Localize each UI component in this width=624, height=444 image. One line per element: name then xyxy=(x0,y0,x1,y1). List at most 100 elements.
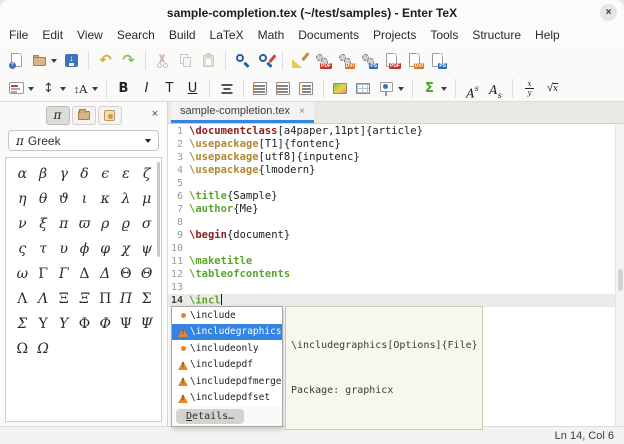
undo-button[interactable]: ↶ xyxy=(94,50,117,71)
symbol-τ[interactable]: τ xyxy=(33,236,54,261)
symbol-ρ[interactable]: ρ xyxy=(95,211,116,236)
menu-view[interactable]: View xyxy=(70,27,110,43)
math-symbols-button[interactable]: Σ xyxy=(418,78,450,99)
code-line-1[interactable]: 1\documentclass[a4paper,11pt]{article} xyxy=(168,125,624,138)
symbol-ς[interactable]: ς xyxy=(12,236,33,261)
view-pdf-button[interactable]: PDF xyxy=(380,50,403,71)
code-line-6[interactable]: 6\title{Sample} xyxy=(168,190,624,203)
symbol-γ[interactable]: γ xyxy=(53,161,74,186)
structure-tab[interactable] xyxy=(72,106,96,125)
find-button[interactable] xyxy=(231,50,254,71)
symbol-β[interactable]: β xyxy=(33,161,54,186)
menu-build[interactable]: Build xyxy=(162,27,203,43)
redo-button[interactable]: ↷ xyxy=(117,50,140,71)
symbol-Π[interactable]: Π xyxy=(95,286,116,311)
copy-button[interactable] xyxy=(174,50,197,71)
symbol-ϵ[interactable]: ϵ xyxy=(95,161,116,186)
symbol-Υ[interactable]: Υ xyxy=(33,311,54,336)
fraction-button[interactable]: xy xyxy=(518,78,541,99)
code-line-2[interactable]: 2\usepackage[T1]{fontenc} xyxy=(168,138,624,151)
symbol-Σ[interactable]: Σ xyxy=(136,286,157,311)
compile-dvi-button[interactable]: DVI xyxy=(334,50,357,71)
menu-search[interactable]: Search xyxy=(110,27,162,43)
compile-ps-button[interactable]: PS xyxy=(357,50,380,71)
symbol-ζ[interactable]: ζ xyxy=(136,161,157,186)
editor-scrollbar[interactable] xyxy=(615,124,624,426)
symbol-Φ[interactable]: Φ xyxy=(74,311,95,336)
open-document-button[interactable] xyxy=(28,50,60,71)
subscript-button[interactable]: As xyxy=(484,78,507,99)
save-button[interactable]: ↓ xyxy=(60,50,83,71)
symbol-ξ[interactable]: ξ xyxy=(33,211,54,236)
symbol-ε[interactable]: ε xyxy=(116,161,137,186)
menu-structure[interactable]: Structure xyxy=(465,27,528,43)
typewriter-button[interactable]: T xyxy=(158,78,181,99)
code-line-11[interactable]: 11\maketitle xyxy=(168,255,624,268)
indent-button[interactable] xyxy=(295,78,318,99)
symbol-Λ[interactable]: Λ xyxy=(33,286,54,311)
symbol-δ[interactable]: δ xyxy=(74,161,95,186)
symbol-ϱ[interactable]: ϱ xyxy=(116,211,137,236)
symbol-Σ[interactable]: Σ xyxy=(12,311,33,336)
insert-image-button[interactable] xyxy=(329,78,352,99)
code-line-10[interactable]: 10 xyxy=(168,242,624,255)
font-size-select[interactable]: ↕A xyxy=(69,78,101,99)
completion-item[interactable]: !\includepdfset xyxy=(172,390,282,407)
compile-pdf-button[interactable]: PDF xyxy=(311,50,334,71)
menu-help[interactable]: Help xyxy=(528,27,567,43)
editor-scrollbar-thumb[interactable] xyxy=(618,269,623,291)
editor-tab[interactable]: sample-completion.tex × xyxy=(171,102,314,123)
symbol-ω[interactable]: ω xyxy=(12,261,33,286)
view-dvi-button[interactable]: DVI xyxy=(403,50,426,71)
symbol-π[interactable]: π xyxy=(53,211,74,236)
symbol-Θ[interactable]: Θ xyxy=(116,261,137,286)
menu-latex[interactable]: LaTeX xyxy=(203,27,251,43)
completion-item[interactable]: !\includegraphics xyxy=(172,324,282,341)
favorites-tab[interactable] xyxy=(98,106,122,125)
symbols-tab[interactable]: π xyxy=(46,106,70,125)
symbol-ψ[interactable]: ψ xyxy=(136,236,157,261)
symbol-Π[interactable]: Π xyxy=(116,286,137,311)
code-line-9[interactable]: 9\begin{document} xyxy=(168,229,624,242)
symbol-ϕ[interactable]: ϕ xyxy=(74,236,95,261)
code-line-8[interactable]: 8 xyxy=(168,216,624,229)
symbol-Φ[interactable]: Φ xyxy=(95,311,116,336)
code-line-5[interactable]: 5 xyxy=(168,177,624,190)
align-center-button[interactable] xyxy=(215,78,238,99)
symbol-Ω[interactable]: Ω xyxy=(12,336,33,361)
insert-table-button[interactable] xyxy=(352,78,375,99)
completion-item[interactable]: !\includepdfmerge xyxy=(172,373,282,390)
italic-button[interactable]: I xyxy=(135,78,158,99)
presentation-button[interactable] xyxy=(375,78,407,99)
code-line-7[interactable]: 7\author{Me} xyxy=(168,203,624,216)
symbol-Δ[interactable]: Δ xyxy=(95,261,116,286)
symbol-θ[interactable]: θ xyxy=(33,186,54,211)
sidebar-close-button[interactable]: × xyxy=(152,108,158,121)
symbol-φ[interactable]: φ xyxy=(95,236,116,261)
symbol-Ψ[interactable]: Ψ xyxy=(116,311,137,336)
details-button[interactable]: Details… xyxy=(176,409,244,424)
symbol-Δ[interactable]: Δ xyxy=(74,261,95,286)
view-ps-button[interactable]: PS xyxy=(426,50,449,71)
menu-tools[interactable]: Tools xyxy=(423,27,465,43)
underline-button[interactable]: U xyxy=(181,78,204,99)
symbol-ϑ[interactable]: ϑ xyxy=(53,186,74,211)
symbol-category-select[interactable]: π Greek xyxy=(8,130,159,151)
symbol-Υ[interactable]: Υ xyxy=(53,311,74,336)
symbol-Λ[interactable]: Λ xyxy=(12,286,33,311)
new-document-button[interactable]: + xyxy=(5,50,28,71)
symbol-grid-scrollbar[interactable] xyxy=(157,162,160,257)
symbol-Ξ[interactable]: Ξ xyxy=(74,286,95,311)
symbol-α[interactable]: α xyxy=(12,161,33,186)
symbol-Ω[interactable]: Ω xyxy=(33,336,54,361)
symbol-Γ[interactable]: Γ xyxy=(33,261,54,286)
symbol-ι[interactable]: ι xyxy=(74,186,95,211)
menu-math[interactable]: Math xyxy=(251,27,292,43)
sqrt-button[interactable]: √x xyxy=(541,78,564,99)
line-spacing-select[interactable]: ↕ xyxy=(37,78,69,99)
symbol-Ψ[interactable]: Ψ xyxy=(136,311,157,336)
completion-item[interactable]: \include xyxy=(172,307,282,324)
code-line-13[interactable]: 13 xyxy=(168,281,624,294)
completion-item[interactable]: \includeonly xyxy=(172,340,282,357)
symbol-η[interactable]: η xyxy=(12,186,33,211)
